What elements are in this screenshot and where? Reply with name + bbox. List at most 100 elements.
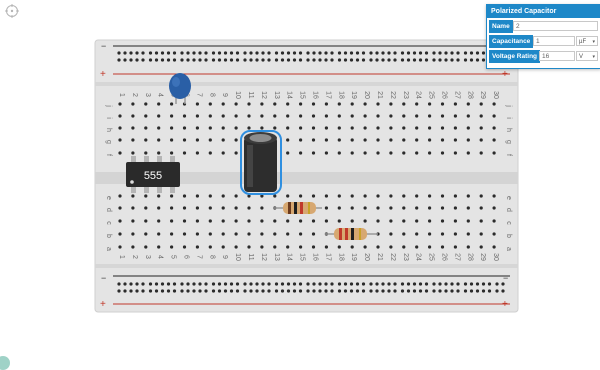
- breadboard-hole[interactable]: [286, 126, 290, 130]
- breadboard-hole[interactable]: [273, 114, 277, 118]
- breadboard-hole[interactable]: [131, 126, 135, 130]
- breadboard-hole[interactable]: [182, 114, 187, 118]
- breadboard-hole[interactable]: [466, 114, 470, 118]
- breadboard-hole[interactable]: [118, 114, 122, 118]
- breadboard-hole[interactable]: [160, 282, 165, 286]
- breadboard-hole[interactable]: [312, 51, 316, 55]
- breadboard-hole[interactable]: [195, 219, 199, 223]
- breadboard-hole[interactable]: [223, 58, 228, 62]
- breadboard-hole[interactable]: [129, 51, 133, 55]
- breadboard-hole[interactable]: [481, 58, 486, 62]
- breadboard-hole[interactable]: [343, 58, 348, 62]
- capacitance-unit-select[interactable]: µF ▾: [576, 36, 598, 46]
- breadboard-hole[interactable]: [466, 126, 470, 130]
- breadboard-hole[interactable]: [440, 151, 445, 155]
- breadboard-hole[interactable]: [186, 289, 190, 293]
- breadboard-hole[interactable]: [298, 282, 303, 286]
- breadboard-hole[interactable]: [349, 282, 354, 286]
- breadboard-hole[interactable]: [247, 206, 251, 210]
- breadboard-hole[interactable]: [393, 58, 397, 62]
- breadboard-hole[interactable]: [229, 289, 234, 293]
- breadboard-hole[interactable]: [234, 245, 238, 249]
- breadboard-hole[interactable]: [324, 51, 328, 55]
- breadboard-hole[interactable]: [255, 289, 259, 293]
- breadboard-hole[interactable]: [172, 289, 177, 293]
- breadboard-hole[interactable]: [337, 126, 341, 130]
- breadboard-hole[interactable]: [118, 206, 122, 210]
- breadboard-hole[interactable]: [170, 232, 174, 236]
- breadboard-hole[interactable]: [463, 289, 468, 293]
- breadboard-hole[interactable]: [330, 51, 334, 55]
- breadboard-hole[interactable]: [350, 245, 354, 249]
- breadboard-hole[interactable]: [235, 58, 240, 62]
- breadboard-hole[interactable]: [466, 232, 470, 236]
- breadboard-hole[interactable]: [182, 232, 187, 236]
- breadboard-hole[interactable]: [466, 102, 470, 106]
- breadboard-hole[interactable]: [131, 151, 135, 155]
- breadboard-hole[interactable]: [492, 126, 496, 130]
- breadboard-hole[interactable]: [217, 58, 222, 62]
- breadboard-hole[interactable]: [324, 58, 328, 62]
- breadboard-hole[interactable]: [337, 282, 342, 286]
- breadboard-hole[interactable]: [144, 151, 148, 155]
- breadboard-hole[interactable]: [381, 289, 385, 293]
- breadboard-hole[interactable]: [402, 151, 406, 155]
- breadboard-hole[interactable]: [350, 206, 354, 210]
- breadboard-hole[interactable]: [141, 51, 145, 55]
- breadboard-hole[interactable]: [440, 138, 445, 142]
- breadboard-hole[interactable]: [387, 58, 391, 62]
- breadboard-hole[interactable]: [229, 282, 234, 286]
- breadboard-hole[interactable]: [415, 138, 419, 142]
- breadboard-hole[interactable]: [318, 58, 322, 62]
- breadboard-hole[interactable]: [312, 289, 316, 293]
- breadboard-hole[interactable]: [170, 126, 174, 130]
- breadboard-hole[interactable]: [324, 126, 328, 130]
- breadboard-hole[interactable]: [170, 114, 174, 118]
- breadboard-hole[interactable]: [481, 51, 486, 55]
- breadboard-hole[interactable]: [376, 219, 380, 223]
- breadboard-hole[interactable]: [415, 206, 419, 210]
- breadboard-hole[interactable]: [131, 219, 135, 223]
- breadboard-hole[interactable]: [157, 138, 161, 142]
- breadboard-hole[interactable]: [299, 114, 303, 118]
- breadboard-hole[interactable]: [453, 126, 457, 130]
- breadboard-hole[interactable]: [492, 206, 496, 210]
- breadboard-hole[interactable]: [369, 51, 373, 55]
- breadboard-hole[interactable]: [118, 245, 122, 249]
- breadboard-hole[interactable]: [299, 232, 303, 236]
- breadboard-hole[interactable]: [195, 114, 199, 118]
- breadboard-hole[interactable]: [350, 219, 354, 223]
- breadboard-hole[interactable]: [208, 138, 212, 142]
- breadboard-hole[interactable]: [221, 114, 225, 118]
- breadboard-hole[interactable]: [299, 102, 303, 106]
- breadboard-hole[interactable]: [267, 51, 271, 55]
- breadboard-hole[interactable]: [255, 51, 259, 55]
- breadboard-hole[interactable]: [424, 51, 429, 55]
- breadboard-hole[interactable]: [260, 206, 264, 210]
- breadboard-hole[interactable]: [311, 151, 316, 155]
- breadboard-hole[interactable]: [355, 289, 360, 293]
- breadboard-hole[interactable]: [412, 58, 417, 62]
- breadboard-hole[interactable]: [389, 219, 393, 223]
- breadboard-hole[interactable]: [469, 289, 474, 293]
- breadboard-hole[interactable]: [211, 58, 216, 62]
- breadboard-hole[interactable]: [306, 51, 310, 55]
- breadboard-hole[interactable]: [387, 51, 391, 55]
- breadboard-hole[interactable]: [415, 245, 419, 249]
- breadboard-hole[interactable]: [195, 245, 199, 249]
- breadboard-hole[interactable]: [208, 126, 212, 130]
- breadboard-hole[interactable]: [415, 102, 419, 106]
- breadboard-hole[interactable]: [466, 219, 470, 223]
- breadboard-hole[interactable]: [160, 289, 165, 293]
- breadboard-hole[interactable]: [324, 194, 328, 198]
- name-input[interactable]: 2: [513, 21, 598, 31]
- breadboard-hole[interactable]: [363, 219, 367, 223]
- breadboard-hole[interactable]: [195, 194, 199, 198]
- breadboard-hole[interactable]: [273, 232, 277, 236]
- breadboard-hole[interactable]: [195, 102, 199, 106]
- breadboard-hole[interactable]: [400, 282, 405, 286]
- breadboard-hole[interactable]: [221, 219, 225, 223]
- breadboard-hole[interactable]: [361, 51, 366, 55]
- breadboard-hole[interactable]: [432, 289, 436, 293]
- breadboard-hole[interactable]: [182, 126, 187, 130]
